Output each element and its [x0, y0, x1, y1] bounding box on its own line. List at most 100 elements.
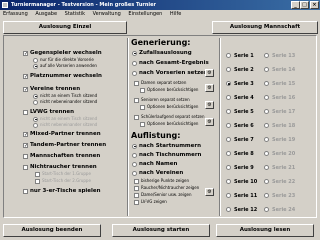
serie-option[interactable]: Serie 6	[226, 122, 254, 130]
tab-auslosung-mannschaft[interactable]: Auslosung Mannschaft	[212, 21, 318, 34]
close-icon[interactable]: ×	[310, 1, 319, 9]
checkbox[interactable]	[140, 104, 145, 110]
label: nicht nebeneinander sitzend	[40, 99, 98, 104]
auf-punkte[interactable]: bisherige Punkte zeigen	[134, 178, 189, 184]
checkbox[interactable]	[140, 121, 145, 127]
radio[interactable]	[226, 207, 231, 212]
checkbox[interactable]	[23, 153, 28, 159]
radio[interactable]	[132, 143, 137, 149]
auf-dame-senior[interactable]: Dame/Senior usw. zeigen	[134, 192, 192, 198]
tab-auslosung-einzel[interactable]: Auslosung Einzel	[3, 21, 127, 34]
settings-icon[interactable]: ⚙	[205, 118, 214, 126]
serie-option[interactable]: Serie 11	[226, 192, 257, 200]
checkbox[interactable]	[134, 114, 139, 120]
option-mixed-partner[interactable]: ✓ Mixed-Partner trennen	[23, 130, 101, 139]
title-bar: Turniermanager - Testversion - Mein groß…	[0, 0, 320, 10]
checkbox[interactable]	[134, 192, 139, 198]
checkbox[interactable]: ✓	[23, 131, 28, 137]
checkbox[interactable]	[23, 109, 28, 115]
gen-gesamt[interactable]: nach Gesamt-Ergebnis	[132, 59, 209, 68]
radio[interactable]	[226, 67, 231, 72]
serie-option[interactable]: Serie 4	[226, 94, 254, 102]
menu-einstellungen[interactable]: Einstellungen	[128, 11, 162, 17]
serie-option[interactable]: Serie 8	[226, 150, 254, 158]
radio[interactable]	[132, 60, 137, 66]
auslosung-starten-button[interactable]: Auslosung starten	[112, 224, 210, 237]
settings-icon[interactable]: ⚙	[205, 188, 214, 196]
option-platznummer-wechseln[interactable]: ✓ Platznummer wechseln	[23, 72, 102, 81]
menu-erfassung[interactable]: Erfassung	[3, 11, 28, 17]
checkbox[interactable]: ✓	[23, 142, 28, 148]
auf-lv-vg[interactable]: LV-VG zeigen	[134, 199, 167, 205]
gen-schueler[interactable]: Schülerlaufgend separat setzen	[134, 114, 205, 120]
menu-verwaltung[interactable]: Verwaltung	[93, 11, 121, 17]
option-tandem-partner[interactable]: ✓ Tandem-Partner trennen	[23, 141, 106, 150]
gen-damen[interactable]: Damen separat setzen	[134, 80, 186, 86]
menu-ausgabe[interactable]: Ausgabe	[35, 11, 57, 17]
option-3er-tische[interactable]: nur 3-er-Tische spielen	[23, 187, 101, 196]
serie-option[interactable]: Serie 9	[226, 164, 254, 172]
checkbox[interactable]	[134, 185, 139, 191]
checkbox[interactable]	[134, 199, 139, 205]
checkbox[interactable]	[134, 178, 139, 184]
radio[interactable]	[132, 161, 137, 167]
checkbox[interactable]	[23, 164, 28, 170]
option-mannschaften-trennen[interactable]: Mannschaften trennen	[23, 152, 100, 161]
gen-senioren[interactable]: Senioren separat setzen	[134, 97, 190, 103]
gen-damen-optionen[interactable]: Optionen berücksichtigen	[140, 87, 198, 93]
radio[interactable]	[226, 81, 231, 86]
serie-option[interactable]: Serie 2	[226, 66, 254, 74]
serie-option[interactable]: Serie 1	[226, 52, 254, 60]
serie-label: Serie 7	[234, 137, 254, 143]
maximize-icon[interactable]: □	[300, 1, 309, 9]
radio[interactable]	[132, 152, 137, 158]
checkbox[interactable]	[134, 80, 139, 86]
radio[interactable]	[226, 165, 231, 170]
checkbox[interactable]: ✓	[23, 86, 28, 92]
radio[interactable]	[33, 93, 38, 99]
radio[interactable]	[226, 123, 231, 128]
radio[interactable]	[33, 99, 38, 105]
serie-option[interactable]: Serie 12	[226, 206, 257, 214]
radio[interactable]	[226, 137, 231, 142]
auf-startnummern[interactable]: nach Startnummern	[132, 142, 201, 151]
serie-option[interactable]: Serie 10	[226, 178, 257, 186]
checkbox[interactable]: ✓	[23, 73, 28, 79]
radio[interactable]	[132, 50, 137, 56]
auf-tischnummern[interactable]: nach Tischnummern	[132, 151, 201, 160]
settings-icon[interactable]: ⚙	[205, 69, 214, 77]
auslosung-lesen-button[interactable]: Auslosung lesen	[216, 224, 314, 237]
radio[interactable]	[226, 151, 231, 156]
checkbox[interactable]	[134, 97, 139, 103]
checkbox[interactable]	[140, 87, 145, 93]
radio[interactable]	[132, 170, 137, 176]
serie-option[interactable]: Serie 3	[226, 80, 254, 88]
gen-zufall[interactable]: Zufallsauslosung	[132, 49, 192, 58]
gen-schueler-optionen[interactable]: Optionen berücksichtigen	[140, 121, 198, 127]
radio[interactable]	[226, 193, 231, 198]
minimize-icon[interactable]: _	[291, 1, 300, 9]
menu-statistik[interactable]: Statistik	[65, 11, 85, 17]
gen-senioren-optionen[interactable]: Optionen berücksichtigen	[140, 104, 198, 110]
checkbox[interactable]: ✓	[23, 50, 28, 56]
gen-vorserien[interactable]: nach Vorserien setzen	[132, 69, 208, 78]
checkbox[interactable]	[23, 188, 28, 194]
radio[interactable]	[226, 53, 231, 58]
auf-raucher[interactable]: Raucher/Nichtraucher zeigen	[134, 185, 199, 191]
auf-namen[interactable]: nach Namen	[132, 160, 177, 169]
auf-vereinen[interactable]: nach Vereinen	[132, 169, 183, 178]
radio[interactable]	[226, 179, 231, 184]
auslosung-beenden-button[interactable]: Auslosung beenden	[3, 224, 101, 237]
radio[interactable]	[33, 63, 38, 69]
radio[interactable]	[226, 109, 231, 114]
radio[interactable]	[226, 95, 231, 100]
radio[interactable]	[33, 57, 38, 63]
settings-icon[interactable]: ⚙	[205, 84, 214, 92]
option-alle-vorserien[interactable]: auf alle Vorserien anwenden	[33, 63, 97, 69]
serie-option[interactable]: Serie 7	[226, 136, 254, 144]
settings-icon[interactable]: ⚙	[205, 101, 214, 109]
menu-hilfe[interactable]: Hilfe	[170, 11, 181, 17]
serie-option[interactable]: Serie 5	[226, 108, 254, 116]
option-vereine-nebeneinander[interactable]: nicht nebeneinander sitzend	[33, 99, 97, 105]
radio[interactable]	[132, 70, 137, 76]
